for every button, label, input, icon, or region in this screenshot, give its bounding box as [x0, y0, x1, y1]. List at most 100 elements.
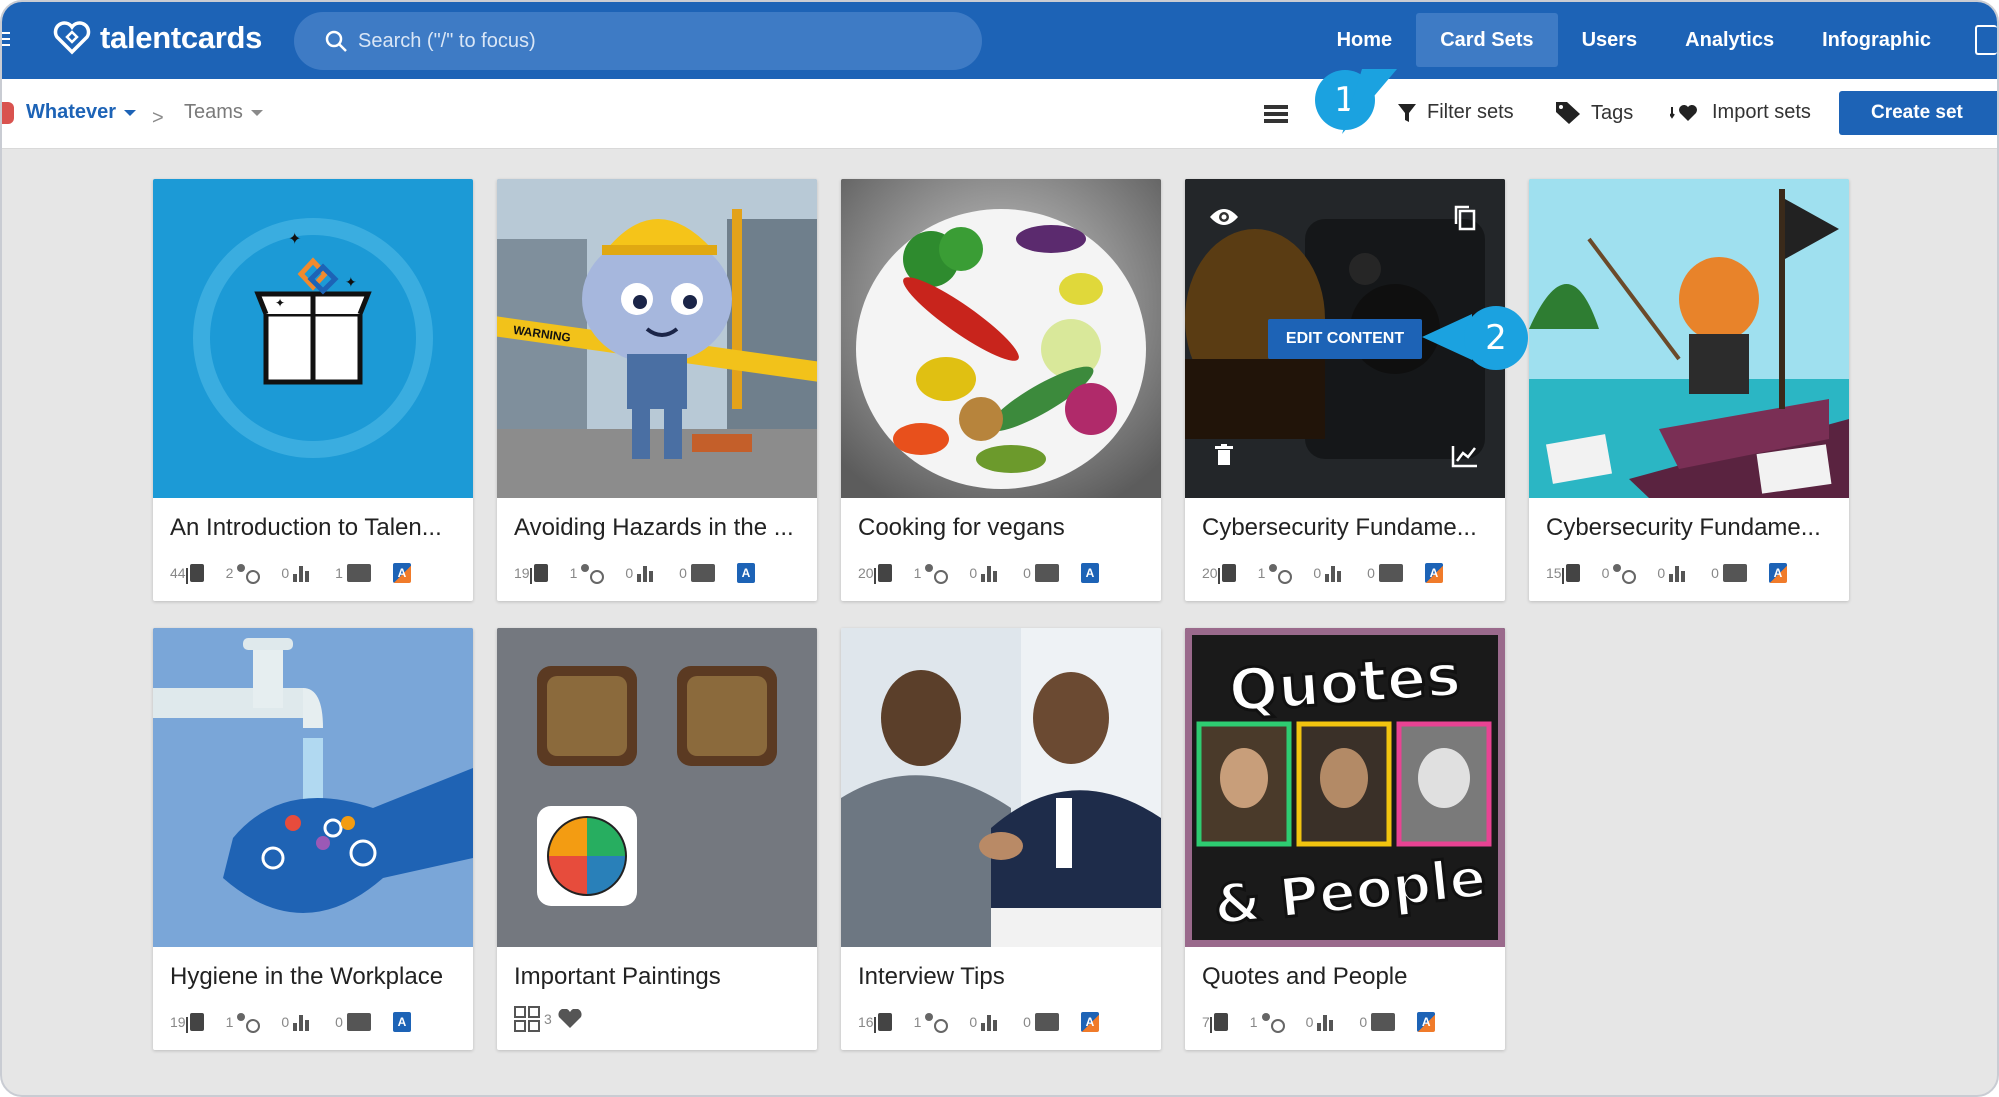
analytics-count: 0	[969, 565, 978, 581]
card-count: 20	[858, 565, 874, 581]
svg-text:✦: ✦	[275, 296, 285, 310]
card-stats: 16 1 0 0 A	[858, 1012, 1099, 1033]
card-stats: 20 1 0 0 A	[1202, 563, 1443, 584]
message-icon	[1034, 1013, 1059, 1031]
delete-trash-icon[interactable]	[1215, 444, 1233, 466]
cards-icon	[873, 564, 892, 584]
card-set-tile[interactable]: EDIT CONTENT Cybersecurity Fundame... 20…	[1185, 179, 1505, 601]
menu-icon[interactable]	[2, 32, 10, 48]
duplicate-icon[interactable]	[1453, 205, 1477, 231]
nav-home[interactable]: Home	[1313, 13, 1417, 67]
list-view-icon[interactable]	[1264, 105, 1288, 125]
nav-card-sets[interactable]: Card Sets	[1416, 13, 1558, 67]
card-thumbnail	[1529, 179, 1849, 498]
nav-analytics[interactable]: Analytics	[1661, 13, 1798, 67]
card-set-tile[interactable]: ✦ ✦ ✦ An Introduction to Talen... 44 2 0…	[153, 179, 473, 601]
card-count: 16	[858, 1014, 874, 1030]
search-icon	[325, 30, 347, 52]
logo-text: talentcards	[100, 20, 263, 55]
nav-infographic[interactable]: Infographic	[1798, 13, 1955, 67]
device-icon[interactable]	[1975, 25, 1997, 55]
card-set-tile[interactable]: Important Paintings 3	[497, 628, 817, 1050]
card-set-title: Cybersecurity Fundame...	[1546, 514, 1821, 541]
top-navbar: talentcards Home Card Sets Users Analyti…	[2, 2, 1997, 79]
language-badge-icon: A	[1768, 563, 1787, 583]
hazard-illustration: WARNING	[497, 179, 817, 498]
card-thumbnail: ✦ ✦ ✦	[153, 179, 473, 498]
message-icon	[1371, 1013, 1396, 1031]
card-set-tile[interactable]: Interview Tips 16 1 0 0 A	[841, 628, 1161, 1050]
set-count: 3	[544, 1011, 552, 1027]
workspace-dropdown[interactable]: Whatever	[2, 101, 137, 124]
logo[interactable]: talentcards	[52, 20, 262, 56]
cards-icon	[1561, 564, 1580, 584]
sub-toolbar: Whatever > Teams Filter sets Tags Import…	[2, 79, 1997, 149]
card-set-title: Cybersecurity Fundame...	[1202, 514, 1477, 541]
card-set-title: Interview Tips	[858, 963, 1005, 990]
create-set-button[interactable]: Create set	[1839, 91, 1997, 135]
tag-icon	[1556, 102, 1580, 124]
cards-icon	[185, 564, 204, 584]
message-icon	[1378, 564, 1403, 582]
feedback-count: 0	[335, 1014, 343, 1030]
card-set-tile[interactable]: Quotes & People Quotes and People 7 1 0 …	[1185, 628, 1505, 1050]
breadcrumb-separator: >	[152, 107, 164, 129]
import-sets-label: Import sets	[1712, 101, 1811, 123]
card-set-tile[interactable]: WARNING Avoiding Hazards in the ... 19 1	[497, 179, 817, 601]
card-set-title: Cooking for vegans	[858, 514, 1065, 541]
card-stats: 19 1 0 0 A	[170, 1012, 411, 1033]
card-count: 7	[1202, 1014, 1210, 1030]
feedback-count: 0	[1367, 565, 1375, 581]
card-thumbnail: Quotes & People	[1185, 628, 1505, 947]
chevron-down-icon	[250, 109, 263, 116]
bar-chart-icon	[981, 564, 1001, 582]
import-sets-button[interactable]: Import sets	[1670, 101, 1811, 124]
callout-1-pointer	[1342, 69, 1397, 134]
feedback-count: 0	[1711, 565, 1719, 581]
team-dropdown[interactable]: Teams	[184, 101, 263, 124]
users-icon	[581, 564, 605, 584]
interview-photo	[841, 628, 1161, 947]
analytics-count: 0	[1657, 565, 1666, 581]
card-set-title: Avoiding Hazards in the ...	[514, 514, 794, 541]
callout-2: 2	[1464, 306, 1528, 370]
edit-content-button[interactable]: EDIT CONTENT	[1268, 319, 1422, 359]
preview-eye-icon[interactable]	[1209, 207, 1239, 227]
search-bar[interactable]	[294, 12, 982, 70]
import-icon	[1670, 104, 1697, 121]
feedback-count: 0	[1023, 565, 1031, 581]
bar-chart-icon	[293, 1013, 313, 1031]
analytics-chart-icon[interactable]	[1451, 444, 1479, 468]
users-icon	[925, 564, 949, 584]
card-stats: 19 1 0 0 A	[514, 563, 755, 584]
card-count: 15	[1546, 565, 1562, 581]
tags-button[interactable]: Tags	[1555, 101, 1633, 125]
bar-chart-icon	[981, 1013, 1001, 1031]
tags-label: Tags	[1591, 101, 1634, 124]
message-icon	[1034, 564, 1059, 582]
nav-users[interactable]: Users	[1558, 13, 1662, 67]
language-badge-icon: A	[392, 563, 411, 583]
card-thumbnail	[841, 179, 1161, 498]
message-icon	[346, 564, 371, 582]
vegetables-illustration	[841, 179, 1161, 498]
filter-sets-button[interactable]: Filter sets	[1397, 101, 1514, 124]
card-count: 19	[514, 565, 530, 581]
search-input[interactable]	[358, 29, 958, 53]
bar-chart-icon	[637, 564, 657, 582]
users-icon	[925, 1013, 949, 1033]
card-set-tile[interactable]: Cooking for vegans 20 1 0 0 A	[841, 179, 1161, 601]
users-icon	[1261, 1013, 1285, 1033]
card-set-tile[interactable]: Cybersecurity Fundame... 15 0 0 0 A	[1529, 179, 1849, 601]
user-count: 1	[569, 565, 578, 581]
cards-icon	[873, 1013, 892, 1033]
card-stats: 44 2 0 1 A	[170, 563, 411, 584]
message-icon	[690, 564, 715, 582]
card-set-tile[interactable]: Hygiene in the Workplace 19 1 0 0 A	[153, 628, 473, 1050]
analytics-count: 0	[625, 565, 634, 581]
user-count: 1	[1249, 1014, 1258, 1030]
feedback-count: 1	[335, 565, 343, 581]
workspace-label: Whatever	[26, 101, 117, 123]
feedback-count: 0	[1359, 1014, 1368, 1030]
card-set-title: Quotes and People	[1202, 963, 1408, 990]
